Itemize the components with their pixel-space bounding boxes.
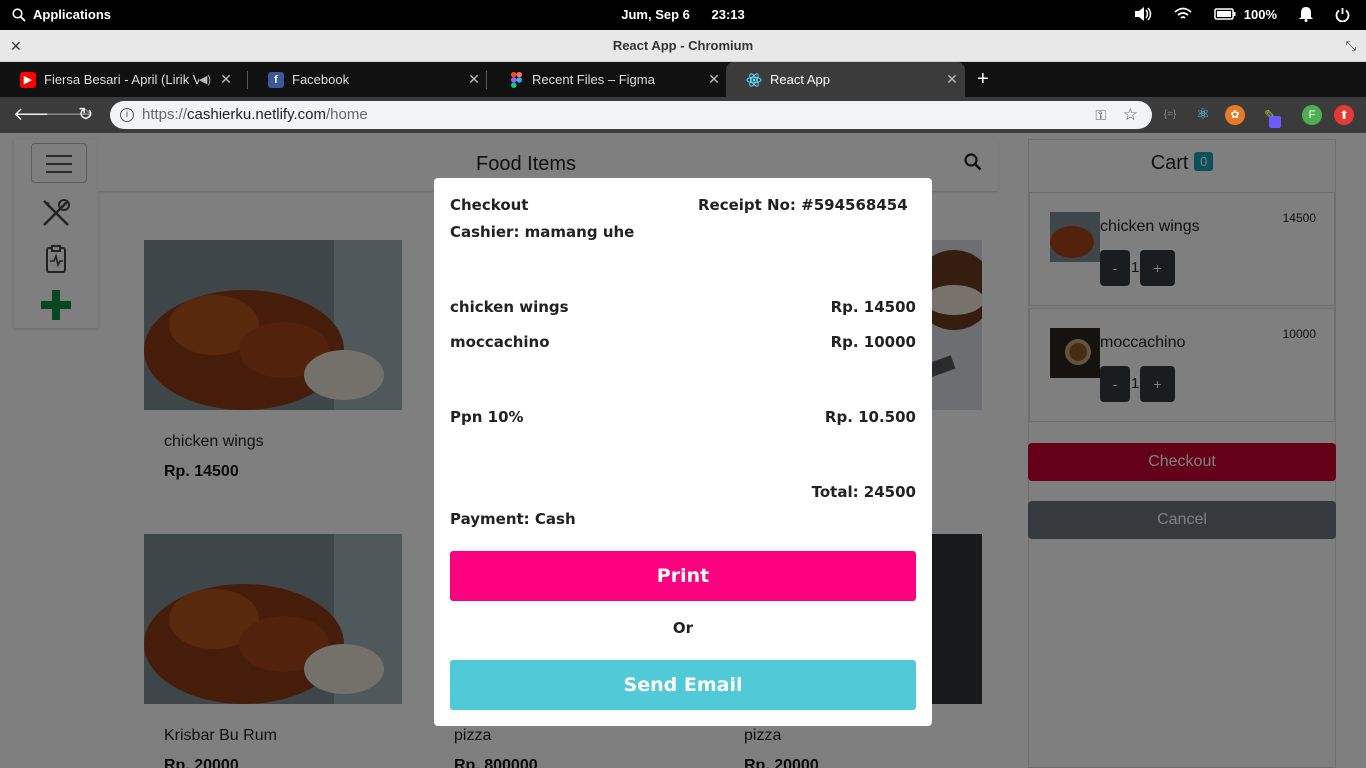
speaker-icon[interactable]: ◀) bbox=[199, 73, 211, 86]
cashier-name: Cashier: mamang uhe bbox=[450, 223, 635, 241]
wifi-icon bbox=[1174, 7, 1192, 19]
payment-method: Payment: Cash bbox=[450, 510, 576, 528]
tab-title: Facebook bbox=[292, 72, 350, 87]
bell-icon bbox=[1299, 7, 1313, 22]
extension-braces-icon[interactable]: {=} bbox=[1160, 105, 1180, 125]
total-amount: Total: 24500 bbox=[811, 483, 916, 501]
tab-youtube[interactable]: ▶ Fiersa Besari - April (Lirik Video) ◀)… bbox=[0, 62, 239, 97]
receipt-item-name: chicken wings bbox=[450, 298, 569, 316]
tab-react-app[interactable]: React App ✕ bbox=[726, 62, 965, 97]
figma-icon bbox=[508, 71, 524, 88]
tab-close-icon[interactable]: ✕ bbox=[939, 71, 965, 88]
tax-label: Ppn 10% bbox=[450, 408, 524, 426]
power-icon bbox=[1335, 7, 1350, 22]
youtube-icon: ▶ bbox=[20, 71, 36, 88]
battery-percent: 100% bbox=[1243, 6, 1277, 22]
extension-orange-icon[interactable]: ✿ bbox=[1225, 105, 1245, 125]
tax-amount: Rp. 10.500 bbox=[824, 408, 916, 426]
tab-facebook[interactable]: f Facebook ✕ bbox=[248, 62, 487, 97]
tab-close-icon[interactable]: ✕ bbox=[701, 71, 727, 88]
url-path: /home bbox=[325, 106, 368, 123]
react-icon bbox=[746, 72, 762, 88]
tab-divider bbox=[486, 71, 487, 89]
volume-icon bbox=[1134, 7, 1151, 21]
key-icon[interactable]: ⚿ bbox=[1095, 101, 1106, 129]
extension-badge bbox=[1269, 116, 1281, 128]
window-title-bar: ✕ React App - Chromium ⤡ bbox=[0, 30, 1366, 62]
send-email-button[interactable]: Send Email bbox=[450, 660, 916, 710]
window-restore-icon[interactable]: ⤡ bbox=[1346, 30, 1356, 62]
receipt-item-amount: Rp. 10000 bbox=[830, 333, 916, 351]
receipt-item-amount: Rp. 14500 bbox=[830, 298, 916, 316]
tab-close-icon[interactable]: ✕ bbox=[461, 71, 487, 88]
modal-title: Checkout bbox=[450, 196, 529, 214]
reload-icon[interactable]: ↻ bbox=[78, 104, 93, 125]
print-button[interactable]: Print bbox=[450, 551, 916, 601]
system-tray[interactable]: 100% bbox=[1134, 6, 1350, 22]
react-devtools-icon[interactable]: ⚛ bbox=[1193, 105, 1213, 125]
url-scheme: https:// bbox=[142, 106, 188, 123]
battery-icon bbox=[1214, 8, 1236, 20]
address-bar[interactable]: i https://cashierku.netlify.com/home ⚿ ☆ bbox=[110, 101, 1152, 129]
tab-title: Fiersa Besari - April (Lirik Video) bbox=[44, 72, 199, 87]
tab-title: React App bbox=[770, 72, 830, 87]
url-host: cashierku.netlify.com bbox=[187, 106, 326, 123]
tab-strip: ▶ Fiersa Besari - April (Lirik Video) ◀)… bbox=[0, 62, 1366, 97]
receipt-item-name: moccachino bbox=[450, 333, 550, 351]
window-title: React App - Chromium bbox=[612, 38, 754, 53]
or-separator: Or bbox=[672, 619, 694, 637]
browser-toolbar: 🡐 🡒 ↻ i https://cashierku.netlify.com/ho… bbox=[0, 97, 1366, 133]
tab-close-icon[interactable]: ✕ bbox=[213, 71, 239, 88]
time-text: 23:13 bbox=[711, 7, 745, 22]
date-text: Jum, Sep 6 bbox=[621, 7, 690, 22]
tab-title: Recent Files – Figma bbox=[532, 72, 655, 87]
os-top-bar: Applications Jum, Sep 6 23:13 100% bbox=[0, 0, 1366, 30]
site-info-icon[interactable]: i bbox=[120, 108, 134, 122]
bookmark-star-icon[interactable]: ☆ bbox=[1123, 101, 1138, 129]
update-icon[interactable]: ⬆ bbox=[1334, 105, 1354, 125]
new-tab-icon[interactable]: + bbox=[977, 68, 989, 91]
facebook-icon: f bbox=[268, 71, 284, 88]
receipt-number: Receipt No: #594568454 bbox=[698, 196, 908, 214]
profile-icon[interactable]: F bbox=[1302, 105, 1322, 125]
window-close-icon[interactable]: ✕ bbox=[10, 30, 22, 62]
checkout-modal: Checkout Receipt No: #594568454 Cashier:… bbox=[434, 178, 932, 726]
tab-figma[interactable]: Recent Files – Figma ✕ bbox=[488, 62, 727, 97]
